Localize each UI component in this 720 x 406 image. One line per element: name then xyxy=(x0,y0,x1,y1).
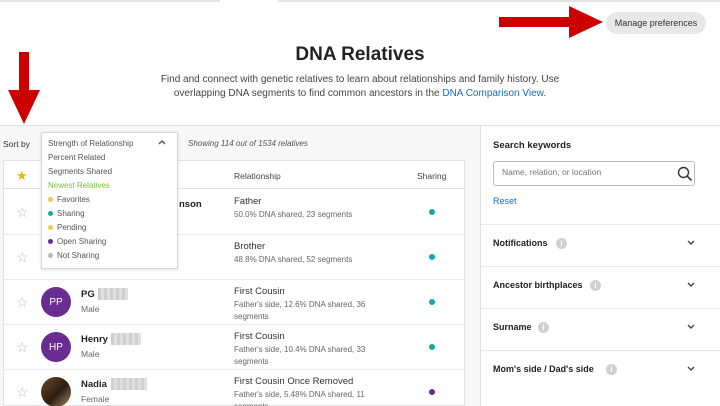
filter-surname[interactable]: Surname i xyxy=(481,308,720,350)
info-icon[interactable]: i xyxy=(556,238,567,249)
sort-option-pending[interactable]: Pending xyxy=(48,223,86,232)
relationship-detail: Father's side, 5.48% DNA shared, 11 segm… xyxy=(234,390,365,406)
annotation-arrow-right xyxy=(499,6,603,38)
relative-sex: Female xyxy=(81,394,110,404)
sharing-status-dot xyxy=(429,254,435,260)
column-sharing: Sharing xyxy=(417,171,447,181)
avatar xyxy=(41,377,71,406)
sharing-status-dot xyxy=(429,344,435,350)
filter-label: Mom's side / Dad's side xyxy=(493,364,594,374)
relationship-detail: Father's side, 12.6% DNA shared, 36 segm… xyxy=(234,300,366,321)
sort-selected-value[interactable]: Strength of Relationship xyxy=(48,139,133,148)
chevron-down-icon[interactable] xyxy=(686,237,696,247)
sharing-status-dot xyxy=(429,209,435,215)
search-icon[interactable] xyxy=(677,166,693,182)
search-box[interactable] xyxy=(493,161,695,186)
sort-option-not-sharing[interactable]: Not Sharing xyxy=(48,251,99,260)
sort-option-segments-shared[interactable]: Segments Shared xyxy=(48,167,112,176)
table-row[interactable]: ☆ Nadia Female First Cousin Once Removed… xyxy=(4,370,464,406)
purple-bullet-icon xyxy=(48,239,53,244)
table-row[interactable]: ☆ PP PG Male First Cousin Father's side,… xyxy=(4,280,464,325)
info-icon[interactable]: i xyxy=(538,322,549,333)
sharing-status-dot xyxy=(429,389,435,395)
sort-option-percent-related[interactable]: Percent Related xyxy=(48,153,105,162)
chevron-up-icon[interactable] xyxy=(157,137,167,147)
redacted-surname xyxy=(98,288,128,300)
filter-parent-side[interactable]: Mom's side / Dad's side i xyxy=(481,350,720,392)
star-icon[interactable]: ☆ xyxy=(16,204,29,221)
dna-comparison-link[interactable]: DNA Comparison View xyxy=(442,88,543,99)
redacted-surname xyxy=(111,333,141,345)
sort-option-favorites[interactable]: Favorites xyxy=(48,195,90,204)
showing-count: Showing 114 out of 1534 relatives xyxy=(188,139,308,148)
sort-dropdown[interactable]: Strength of Relationship Percent Related… xyxy=(41,132,178,269)
relative-name[interactable]: PG xyxy=(81,289,95,300)
yellow-bullet-icon xyxy=(48,197,53,202)
star-icon[interactable]: ☆ xyxy=(16,384,29,401)
info-icon[interactable]: i xyxy=(590,280,601,291)
redacted-surname xyxy=(111,378,147,390)
intro-text: Find and connect with genetic relatives … xyxy=(160,74,560,99)
filter-label: Notifications xyxy=(493,238,548,248)
gray-bullet-icon xyxy=(48,253,53,258)
chevron-down-icon[interactable] xyxy=(686,363,696,373)
search-input[interactable] xyxy=(502,167,667,177)
relationship-label: Brother xyxy=(234,241,266,252)
star-icon[interactable]: ☆ xyxy=(16,294,29,311)
manage-preferences-button[interactable]: Manage preferences xyxy=(606,12,706,34)
filter-ancestor-birthplaces[interactable]: Ancestor birthplaces i xyxy=(481,266,720,308)
sort-label: Sort by xyxy=(3,139,30,149)
sharing-status-dot xyxy=(429,299,435,305)
chevron-down-icon[interactable] xyxy=(686,321,696,331)
relationship-detail: 48.8% DNA shared, 52 segments xyxy=(234,255,353,264)
relative-name[interactable]: Nadia xyxy=(81,379,107,390)
sort-option-newest-relatives[interactable]: Newest Relatives xyxy=(48,181,110,190)
table-row[interactable]: ☆ HP Henry Male First Cousin Father's si… xyxy=(4,325,464,370)
star-icon[interactable]: ☆ xyxy=(16,249,29,266)
favorite-star-icon[interactable]: ★ xyxy=(16,168,28,184)
relative-sex: Male xyxy=(81,349,100,359)
top-border-left xyxy=(0,0,220,2)
info-icon[interactable]: i xyxy=(606,364,617,375)
relationship-label: First Cousin xyxy=(234,331,285,342)
yellow-bullet-icon xyxy=(48,225,53,230)
column-relationship: Relationship xyxy=(234,171,281,181)
relationship-label: First Cousin Once Removed xyxy=(234,376,354,387)
top-border-right xyxy=(278,0,720,2)
avatar: PP xyxy=(41,287,71,317)
relationship-label: First Cousin xyxy=(234,286,285,297)
star-icon[interactable]: ☆ xyxy=(16,339,29,356)
reset-link[interactable]: Reset xyxy=(493,196,517,206)
chevron-down-icon[interactable] xyxy=(686,279,696,289)
filter-notifications[interactable]: Notifications i xyxy=(481,224,720,266)
relative-name[interactable]: nson xyxy=(179,199,202,210)
relative-name[interactable]: Henry xyxy=(81,334,108,345)
relationship-detail: 50.0% DNA shared, 23 segments xyxy=(234,210,353,219)
filter-sidebar: Search keywords Reset Notifications i An… xyxy=(480,126,720,406)
teal-bullet-icon xyxy=(48,211,53,216)
sort-option-sharing[interactable]: Sharing xyxy=(48,209,85,218)
sort-option-open-sharing[interactable]: Open Sharing xyxy=(48,237,106,246)
relationship-detail: Father's side, 10.4% DNA shared, 33 segm… xyxy=(234,345,366,366)
relative-sex: Male xyxy=(81,304,100,314)
avatar: HP xyxy=(41,332,71,362)
relationship-label: Father xyxy=(234,196,262,207)
filter-label: Ancestor birthplaces xyxy=(493,280,583,290)
search-title: Search keywords xyxy=(493,140,572,151)
page-title: DNA Relatives xyxy=(295,44,425,65)
filter-label: Surname xyxy=(493,322,532,332)
